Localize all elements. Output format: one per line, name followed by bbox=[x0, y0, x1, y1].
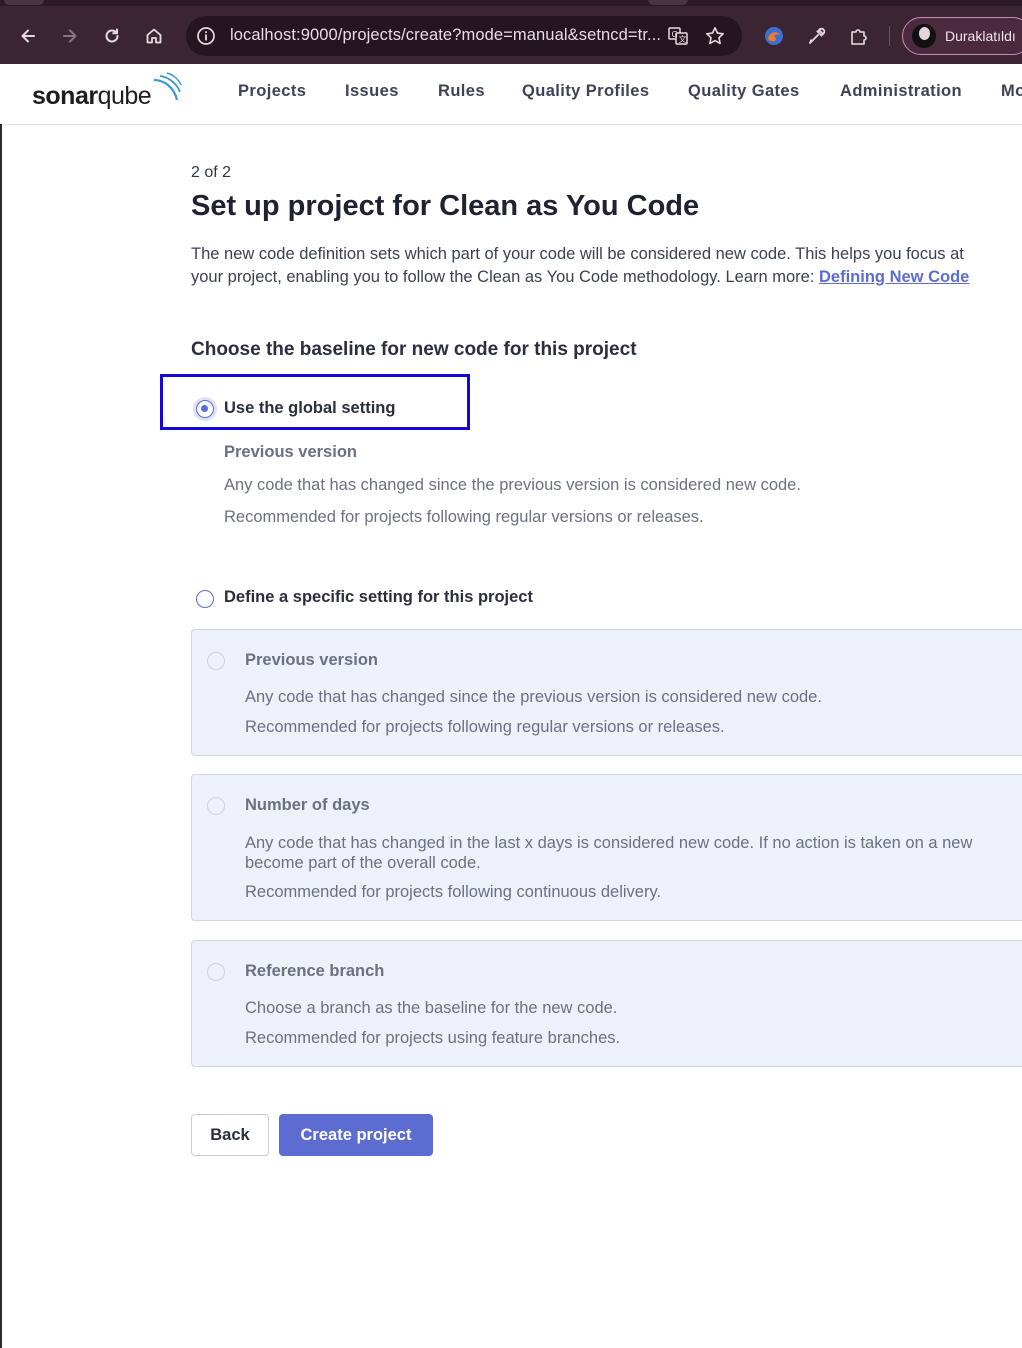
svg-text:文: 文 bbox=[679, 34, 687, 44]
step-indicator: 2 of 2 bbox=[191, 164, 232, 181]
previous-version-card: Previous version Any code that has chang… bbox=[191, 629, 1022, 756]
color-picker-icon[interactable] bbox=[806, 25, 828, 47]
nav-rules[interactable]: Rules bbox=[438, 82, 485, 101]
nav-quality-profiles[interactable]: Quality Profiles bbox=[522, 82, 649, 101]
page-description: The new code definition sets which part … bbox=[191, 243, 1022, 289]
window-edge bbox=[0, 124, 2, 1348]
tab-edge bbox=[648, 0, 688, 5]
global-setting-detail-title: Previous version bbox=[224, 443, 357, 461]
profile-name: Duraklatıldı bbox=[945, 28, 1016, 44]
sonar-waves-icon bbox=[153, 72, 182, 101]
forward-arrow-icon[interactable] bbox=[56, 22, 84, 50]
extensions-puzzle-icon[interactable] bbox=[848, 25, 870, 47]
description-line-1: The new code definition sets which part … bbox=[191, 245, 964, 263]
baseline-heading: Choose the baseline for new code for thi… bbox=[191, 339, 637, 360]
defining-new-code-link[interactable]: Defining New Code bbox=[819, 268, 969, 286]
number-of-days-radio bbox=[207, 797, 225, 815]
previous-version-radio bbox=[207, 652, 225, 670]
nav-quality-gates[interactable]: Quality Gates bbox=[688, 82, 800, 101]
tab-strip bbox=[0, 0, 1022, 6]
back-button[interactable]: Back bbox=[191, 1114, 269, 1156]
app-header: sonarqube Projects Issues Rules Quality … bbox=[0, 64, 1022, 125]
nav-projects[interactable]: Projects bbox=[238, 82, 306, 101]
card-recommendation: Recommended for projects following regul… bbox=[245, 718, 725, 736]
page-title: Set up project for Clean as You Code bbox=[191, 190, 700, 222]
profile-button[interactable]: Duraklatıldı bbox=[902, 17, 1022, 55]
logo-text-bold: sonar bbox=[32, 82, 98, 110]
card-description-continued: become part of the overall code. bbox=[245, 854, 481, 872]
browser-toolbar: localhost:9000/projects/create?mode=manu… bbox=[0, 0, 1022, 64]
bookmark-star-icon[interactable] bbox=[704, 25, 726, 47]
card-description: Choose a branch as the baseline for the … bbox=[245, 999, 618, 1017]
svg-text:G: G bbox=[672, 30, 678, 39]
card-title: Number of days bbox=[245, 796, 370, 814]
translate-icon[interactable]: G文 bbox=[667, 25, 689, 47]
card-recommendation: Recommended for projects following conti… bbox=[245, 883, 662, 901]
home-icon[interactable] bbox=[140, 22, 168, 50]
nav-more[interactable]: Mo bbox=[1001, 82, 1022, 101]
card-description: Any code that has changed in the last x … bbox=[245, 834, 973, 852]
specific-setting-radio[interactable] bbox=[196, 590, 214, 608]
global-setting-detail-line: Any code that has changed since the prev… bbox=[224, 476, 801, 494]
back-arrow-icon[interactable] bbox=[14, 22, 42, 50]
address-bar[interactable]: localhost:9000/projects/create?mode=manu… bbox=[186, 16, 742, 56]
global-setting-detail-line: Recommended for projects following regul… bbox=[224, 508, 704, 526]
card-description: Any code that has changed since the prev… bbox=[245, 688, 822, 706]
reload-icon[interactable] bbox=[98, 22, 126, 50]
card-title: Previous version bbox=[245, 651, 378, 669]
nav-administration[interactable]: Administration bbox=[840, 82, 962, 101]
global-setting-label[interactable]: Use the global setting bbox=[224, 399, 395, 418]
reference-branch-card: Reference branch Choose a branch as the … bbox=[191, 940, 1022, 1067]
description-line-2-text: your project, enabling you to follow the… bbox=[191, 268, 820, 286]
url-text[interactable]: localhost:9000/projects/create?mode=manu… bbox=[230, 26, 661, 45]
create-project-button[interactable]: Create project bbox=[279, 1114, 433, 1156]
specific-setting-label[interactable]: Define a specific setting for this proje… bbox=[224, 588, 533, 607]
toolbar-divider bbox=[889, 26, 890, 46]
logo-text-regular: qube bbox=[97, 82, 152, 110]
site-info-icon[interactable] bbox=[196, 26, 216, 46]
extension-firefox-relay-icon[interactable] bbox=[763, 25, 785, 47]
number-of-days-card: Number of days Any code that has changed… bbox=[191, 774, 1022, 921]
avatar bbox=[912, 24, 936, 48]
description-line-2: your project, enabling you to follow the… bbox=[191, 266, 1022, 289]
card-recommendation: Recommended for projects using feature b… bbox=[245, 1029, 621, 1047]
reference-branch-radio bbox=[207, 963, 225, 981]
tab-edge bbox=[4, 0, 44, 5]
global-setting-radio[interactable] bbox=[196, 400, 214, 418]
nav-issues[interactable]: Issues bbox=[345, 82, 399, 101]
card-title: Reference branch bbox=[245, 962, 385, 980]
